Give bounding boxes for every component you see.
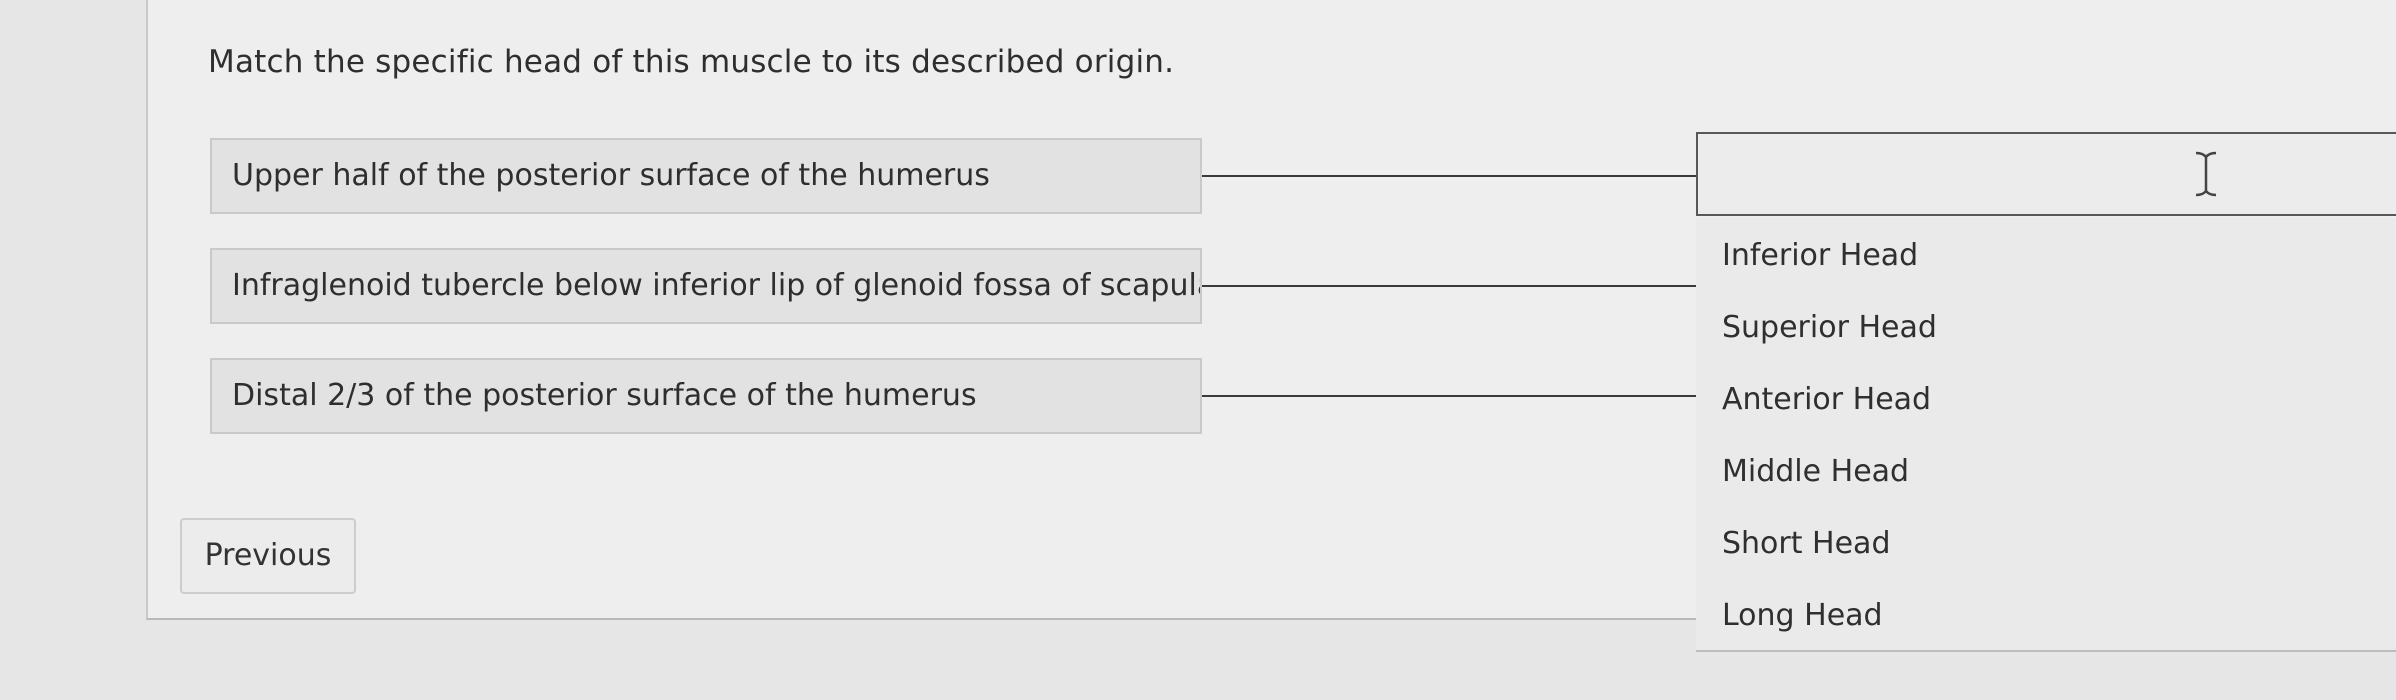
dropdown-option[interactable]: Short Head xyxy=(1696,520,2396,592)
match-connector-line xyxy=(1202,395,1696,397)
text-cursor-icon xyxy=(2195,151,2217,197)
match-connector-line xyxy=(1202,175,1696,177)
dropdown-option[interactable]: Superior Head xyxy=(1696,304,2396,376)
question-text: Match the specific head of this muscle t… xyxy=(208,44,1175,80)
dropdown-option[interactable]: Inferior Head xyxy=(1696,232,2396,304)
dropdown-option[interactable]: Anterior Head xyxy=(1696,376,2396,448)
dropdown-options-list: Inferior Head Superior Head Anterior Hea… xyxy=(1696,218,2396,652)
dropdown-option[interactable]: Long Head xyxy=(1696,592,2396,664)
prompt-item: Upper half of the posterior surface of t… xyxy=(210,138,1202,214)
previous-button[interactable]: Previous xyxy=(180,518,356,594)
dropdown-option[interactable]: Middle Head xyxy=(1696,448,2396,520)
prompt-item: Infraglenoid tubercle below inferior lip… xyxy=(210,248,1202,324)
match-dropdown-select[interactable] xyxy=(1696,132,2396,216)
prompt-item: Distal 2/3 of the posterior surface of t… xyxy=(210,358,1202,434)
match-connector-line xyxy=(1202,285,1696,287)
